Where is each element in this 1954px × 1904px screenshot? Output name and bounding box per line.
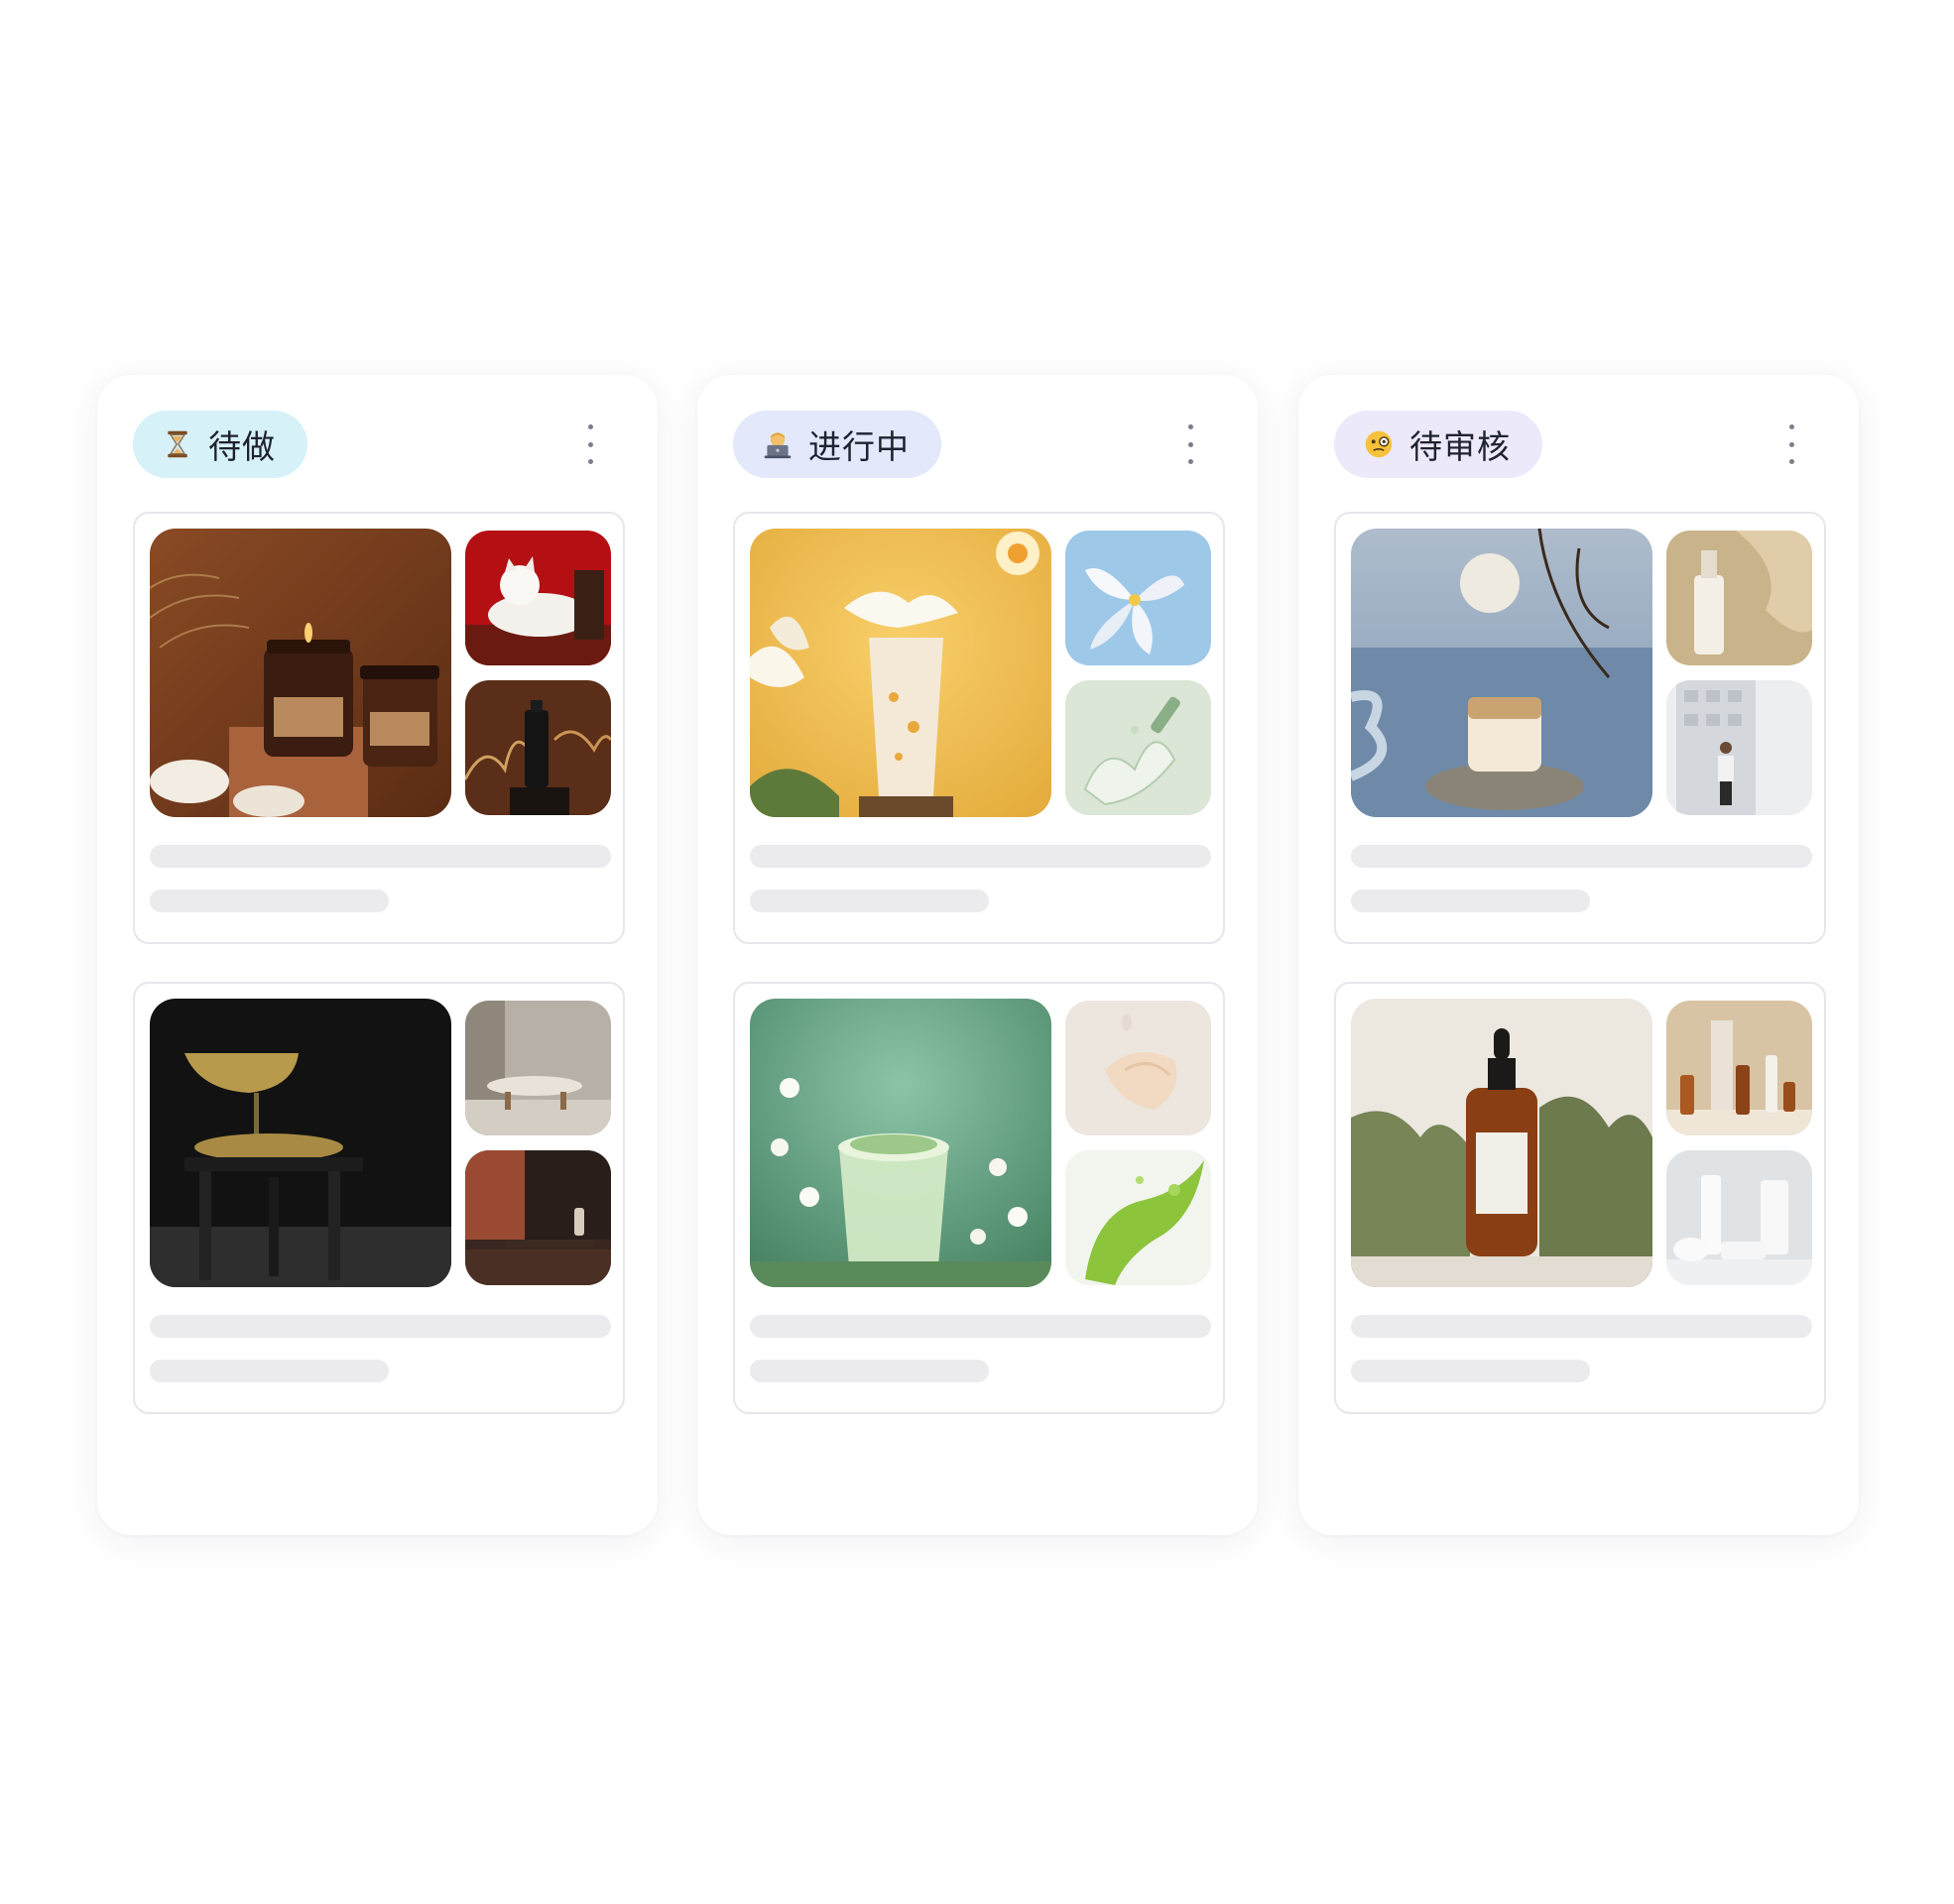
column-title: 待做 [208,427,276,466]
card-thumb-image-cat [465,531,611,665]
task-card[interactable] [733,982,1225,1414]
placeholder-title-line [1351,1315,1812,1338]
column-status-badge[interactable]: 待做 [133,411,307,478]
more-options-icon[interactable] [580,424,600,464]
task-card[interactable] [133,512,625,944]
placeholder-title-line [150,845,611,868]
card-thumb-image-serum-bottle [1666,531,1812,665]
card-thumb-image-interior [465,1150,611,1285]
more-options-icon[interactable] [1781,424,1801,464]
column-status-badge[interactable]: 进行中 [733,411,941,478]
card-main-image-moon-jar [1351,529,1652,817]
card-thumb-image-petal [1065,1001,1211,1135]
person-laptop-icon [761,427,794,461]
task-card[interactable] [1334,982,1826,1414]
placeholder-title-line [750,1315,1211,1338]
card-thumb-image-skincare-set [1666,1001,1812,1135]
column-todo: 待做 [97,375,658,1535]
placeholder-subtitle-line [1351,1360,1590,1382]
column-title: 待审核 [1409,427,1511,466]
card-thumb-image-water-splash [1065,680,1211,815]
monocle-face-icon [1362,427,1396,461]
more-options-icon[interactable] [1180,424,1200,464]
placeholder-subtitle-line [1351,890,1590,912]
task-card[interactable] [133,982,625,1414]
hourglass-icon [161,427,194,461]
card-main-image-chair [150,999,451,1287]
column-review: 待审核 [1298,375,1859,1535]
column-in-progress: 进行中 [697,375,1258,1535]
card-thumb-image-white-products [1666,1150,1812,1285]
card-main-image-dropper-bottle [1351,999,1652,1287]
task-card[interactable] [733,512,1225,944]
column-title: 进行中 [808,427,910,466]
card-thumb-image-building-person [1666,680,1812,815]
placeholder-subtitle-line [750,890,989,912]
placeholder-title-line [150,1315,611,1338]
card-main-image-candles [150,529,451,817]
placeholder-title-line [750,845,1211,868]
card-thumb-image-table [465,1001,611,1135]
card-thumb-image-white-flowers [1065,531,1211,665]
placeholder-title-line [1351,845,1812,868]
placeholder-subtitle-line [150,1360,389,1382]
placeholder-subtitle-line [150,890,389,912]
card-main-image-matcha [750,999,1051,1287]
column-status-badge[interactable]: 待审核 [1334,411,1542,478]
card-thumb-image-green-liquid [1065,1150,1211,1285]
placeholder-subtitle-line [750,1360,989,1382]
task-card[interactable] [1334,512,1826,944]
card-thumb-image-bottle [465,680,611,815]
card-main-image-milk-tea [750,529,1051,817]
kanban-board: 待做 进行中 待审核 [0,0,1954,1904]
